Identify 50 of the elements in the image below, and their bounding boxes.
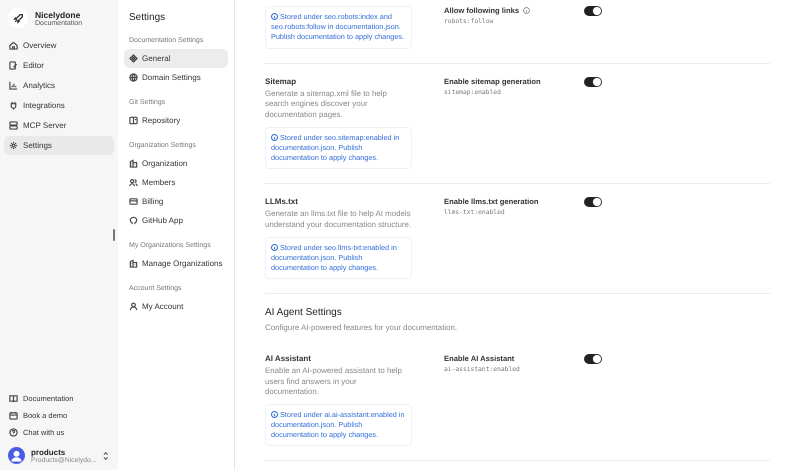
home-icon (9, 41, 18, 50)
settings-nav-item[interactable]: My Account (124, 297, 228, 316)
settings-nav-item[interactable]: Repository (124, 111, 228, 130)
toggle-switch[interactable] (584, 197, 602, 208)
setting-title: Sitemap (265, 76, 298, 86)
document-pen-icon (9, 61, 18, 70)
sidebar-item[interactable]: Editor (4, 56, 114, 75)
question-mark-icon (9, 428, 18, 437)
info-icon (271, 244, 278, 251)
setting-title: AI Assistant (265, 354, 312, 363)
settings-nav-item[interactable]: Organization (124, 154, 228, 173)
avatar-icon (8, 447, 25, 464)
info-icon (271, 410, 278, 418)
user-name: products (31, 448, 66, 456)
settings-nav-item[interactable]: Billing (124, 192, 228, 211)
info-icon (271, 134, 278, 141)
sidebar-item[interactable]: Settings (4, 136, 114, 155)
toggle-switch[interactable] (584, 354, 602, 364)
settings-nav-item[interactable]: Manage Organizations (124, 254, 228, 273)
sidebar-item[interactable]: MCP Server (4, 116, 114, 135)
diamond-icon (129, 54, 138, 63)
calendar-icon (9, 411, 18, 420)
settings-nav-item[interactable]: GitHub App (124, 211, 228, 230)
info-icon (271, 13, 278, 20)
credit-card-icon (129, 197, 138, 206)
setting-title: LLMs.txt (265, 197, 299, 206)
toggle-switch[interactable] (584, 6, 602, 16)
sidebar-item[interactable]: Analytics (4, 76, 114, 95)
sidebar-item[interactable]: Overview (4, 36, 114, 55)
settings-nav-item[interactable]: General (124, 49, 228, 68)
toggle-switch[interactable] (584, 76, 602, 87)
bar-chart-icon (9, 81, 18, 90)
settings-icon (9, 141, 18, 150)
building-icon (129, 159, 138, 168)
person-icon (129, 302, 138, 311)
plug-icon (9, 101, 18, 110)
settings-nav-item[interactable]: Domain Settings (124, 68, 228, 87)
section-heading: AI Agent Settings (265, 307, 343, 318)
globe-icon (129, 73, 138, 82)
sidebar-item[interactable]: Integrations (4, 96, 114, 115)
settings-nav-item[interactable]: Members (124, 173, 228, 192)
info-icon (523, 7, 530, 14)
server-icon (9, 121, 18, 130)
chevron-up-down-icon (102, 450, 110, 460)
resize-handle[interactable] (113, 229, 115, 241)
building-icon (129, 259, 138, 268)
brand-name: Nicelydone (35, 10, 80, 20)
rocket-icon (8, 8, 28, 28)
settings-title: Settings (128, 12, 166, 23)
people-icon (129, 178, 138, 187)
